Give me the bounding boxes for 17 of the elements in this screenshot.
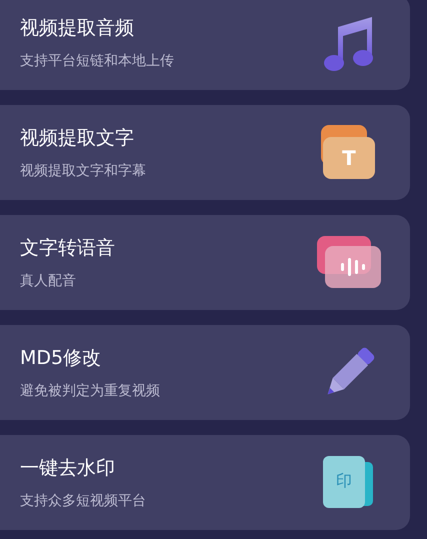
sound-wave-icon — [317, 236, 381, 290]
tool-card[interactable]: 文字转语音 真人配音 — [0, 215, 410, 310]
tool-card[interactable]: MD5修改 避免被判定为重复视频 — [0, 325, 410, 420]
tool-description: 真人配音 — [20, 272, 77, 290]
tool-card[interactable]: 视频提取音频 支持平台短链和本地上传 — [0, 0, 410, 90]
tool-title: 一键去水印 — [20, 456, 116, 480]
tool-card[interactable]: 视频提取文字 视频提取文字和字幕 T — [0, 105, 410, 200]
tool-title: MD5修改 — [20, 346, 102, 370]
tool-description: 避免被判定为重复视频 — [20, 382, 160, 400]
tool-title: 视频提取音频 — [20, 16, 135, 40]
tool-description: 视频提取文字和字幕 — [20, 162, 146, 180]
music-note-icon — [322, 14, 376, 70]
tool-title: 视频提取文字 — [20, 126, 135, 150]
tool-description: 支持平台短链和本地上传 — [20, 52, 174, 70]
tool-card[interactable]: 一键去水印 支持众多短视频平台 印 — [0, 435, 410, 530]
tool-description: 支持众多短视频平台 — [20, 492, 146, 510]
tool-title: 文字转语音 — [20, 236, 115, 260]
